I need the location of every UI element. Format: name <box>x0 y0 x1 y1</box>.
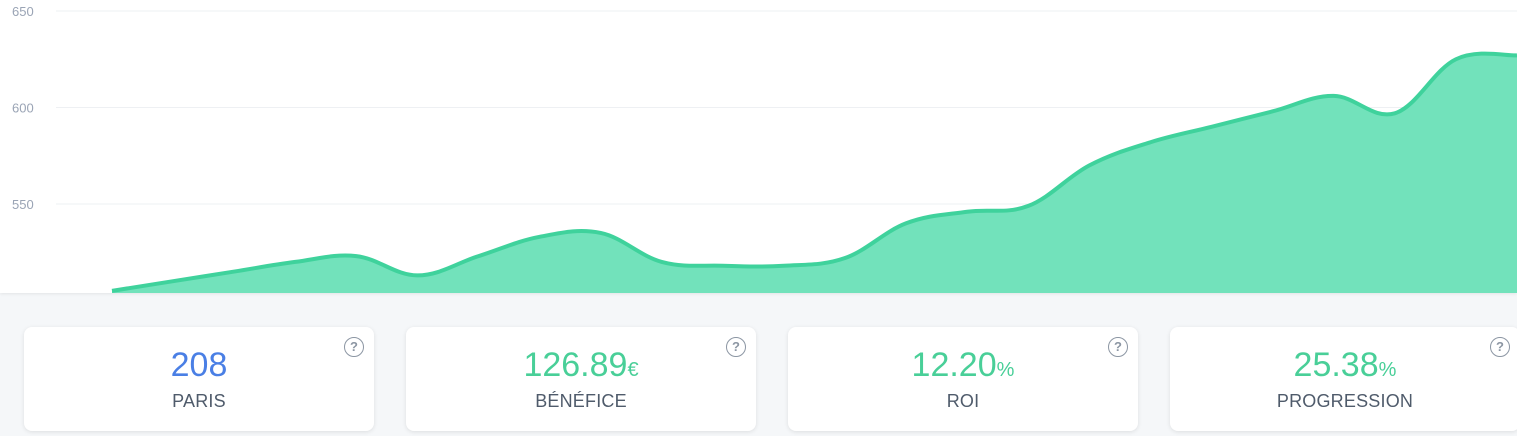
stat-number: 12.20 <box>911 346 997 384</box>
data-point[interactable] <box>1453 56 1459 62</box>
data-point[interactable] <box>964 209 970 215</box>
help-icon[interactable]: ? <box>726 337 746 357</box>
data-point[interactable] <box>353 253 359 259</box>
stat-card-roi: 12.20% ROI ? <box>788 327 1138 431</box>
data-point[interactable] <box>781 263 787 269</box>
stat-card-progression: 25.38% PROGRESSION ? <box>1170 327 1517 431</box>
stat-label-roi: ROI <box>946 391 980 411</box>
y-tick-label: 550 <box>12 197 34 212</box>
stat-label-benefice: BÉNÉFICE <box>535 391 627 411</box>
stat-number: 208 <box>170 346 228 384</box>
stat-value-progression: 25.38% <box>1170 345 1517 390</box>
stat-unit: % <box>996 359 1015 381</box>
chart-panel: 650 600 550 <box>0 0 1517 293</box>
help-icon[interactable]: ? <box>344 337 364 357</box>
stat-value-paris: 208 <box>24 345 374 390</box>
y-tick-label: 650 <box>12 4 34 19</box>
data-point[interactable] <box>170 278 176 284</box>
data-point[interactable] <box>598 230 604 236</box>
data-point[interactable] <box>231 269 237 275</box>
data-point[interactable] <box>414 272 420 278</box>
data-point[interactable] <box>903 220 909 226</box>
stat-label-paris: PARIS <box>172 391 226 411</box>
data-point[interactable] <box>1270 108 1276 114</box>
stat-value-benefice: 126.89€ <box>406 345 756 390</box>
series-area <box>111 51 1517 293</box>
data-point[interactable] <box>1209 124 1215 130</box>
y-tick-label: 600 <box>12 101 34 116</box>
data-point[interactable] <box>1086 162 1092 168</box>
area-chart: 650 600 550 <box>12 4 1517 293</box>
data-point[interactable] <box>720 263 726 269</box>
stat-unit: % <box>1378 359 1397 381</box>
data-point[interactable] <box>1025 203 1031 209</box>
data-point[interactable] <box>659 259 665 265</box>
stat-number: 25.38 <box>1293 346 1379 384</box>
stat-card-paris: 208 PARIS ? <box>24 327 374 431</box>
stat-number: 126.89 <box>523 346 628 384</box>
data-point[interactable] <box>476 253 482 259</box>
y-axis-ticks: 650 600 550 <box>12 4 34 212</box>
stat-label-progression: PROGRESSION <box>1276 391 1414 411</box>
data-point[interactable] <box>1331 93 1337 99</box>
data-point[interactable] <box>537 234 543 240</box>
data-point[interactable] <box>1392 110 1398 116</box>
data-point[interactable] <box>842 255 848 261</box>
stat-card-benefice: 126.89€ BÉNÉFICE ? <box>406 327 756 431</box>
help-icon[interactable]: ? <box>1490 337 1510 357</box>
stats-cards: 208 PARIS ? 126.89€ BÉNÉFICE ? 12.20% RO… <box>0 293 1517 436</box>
help-icon[interactable]: ? <box>1108 337 1128 357</box>
stat-value-roi: 12.20% <box>788 345 1138 390</box>
data-point[interactable] <box>1147 139 1153 145</box>
data-point[interactable] <box>292 259 298 265</box>
stat-unit: € <box>627 359 639 381</box>
